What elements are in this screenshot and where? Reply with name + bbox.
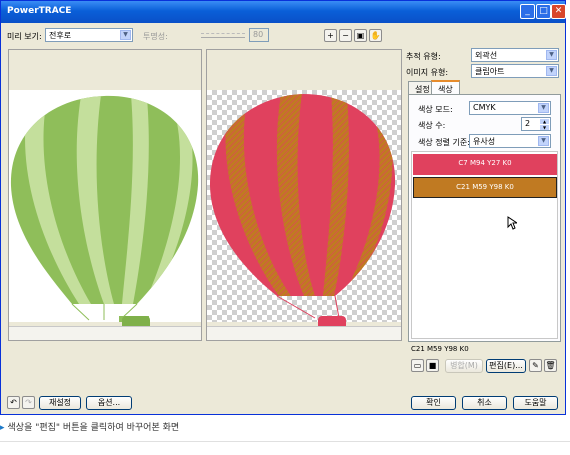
preview-label: 미리 보기: bbox=[7, 32, 42, 41]
selected-color-label: C21 M59 Y98 K0 bbox=[411, 345, 469, 353]
before-canvas bbox=[9, 90, 201, 336]
maximize-button[interactable]: □ bbox=[536, 4, 551, 19]
chevron-down-icon: ▼ bbox=[538, 136, 549, 146]
window-title: PowerTRACE bbox=[7, 6, 72, 16]
green-balloon-image bbox=[10, 95, 199, 322]
pan-hand-icon[interactable]: ✋ bbox=[369, 29, 382, 42]
color-sort-select[interactable]: 유사성 ▼ bbox=[469, 134, 551, 148]
color-list: C7 M94 Y27 K0 C21 M59 Y98 K0 bbox=[411, 151, 558, 339]
pink-balloon-image bbox=[209, 94, 396, 319]
redo-icon[interactable]: ↷ bbox=[22, 396, 35, 409]
color-swatch-2[interactable]: C21 M59 Y98 K0 bbox=[413, 177, 557, 198]
help-button[interactable]: 도움말 bbox=[513, 396, 558, 410]
trace-type-value: 외곽선 bbox=[475, 51, 498, 60]
mouse-cursor-icon bbox=[507, 216, 517, 230]
color-mode-label: 색상 모드: bbox=[418, 105, 453, 114]
figure-caption: ▸ 색상을 "편집" 버튼을 클릭하여 바꾸어본 화면 bbox=[0, 420, 179, 433]
save-palette-icon[interactable]: ■ bbox=[426, 359, 439, 372]
color-mode-select[interactable]: CMYK ▼ bbox=[469, 101, 551, 115]
edit-button[interactable]: 편집(E)... bbox=[486, 359, 526, 373]
transparency-slider[interactable] bbox=[201, 33, 245, 38]
spin-up-icon[interactable]: ▲ bbox=[540, 119, 549, 124]
color-swatch-1[interactable]: C7 M94 Y27 K0 bbox=[413, 154, 557, 175]
title-bar: PowerTRACE bbox=[1, 1, 565, 23]
close-button[interactable]: ✕ bbox=[551, 4, 566, 19]
right-scrollbar[interactable] bbox=[207, 326, 401, 340]
trace-type-label: 추적 유형: bbox=[406, 52, 441, 61]
color-swatch-label: C21 M59 Y98 K0 bbox=[456, 183, 514, 191]
after-canvas bbox=[207, 90, 401, 336]
color-sort-label: 색상 정렬 기준: bbox=[418, 138, 470, 147]
bullet-triangle-icon: ▸ bbox=[0, 423, 5, 433]
color-mode-value: CMYK bbox=[473, 103, 496, 112]
transparency-label: 투명성: bbox=[143, 32, 168, 41]
tab-colors[interactable]: 색상 bbox=[431, 80, 460, 95]
reset-button[interactable]: 재설정 bbox=[39, 396, 81, 410]
chevron-down-icon: ▼ bbox=[546, 50, 557, 60]
divider bbox=[0, 441, 570, 442]
image-type-select[interactable]: 클립아트 ▼ bbox=[471, 64, 559, 78]
cancel-button[interactable]: 취소 bbox=[462, 396, 507, 410]
color-count-label: 색상 수: bbox=[418, 121, 446, 130]
left-scrollbar[interactable] bbox=[9, 326, 201, 340]
preview-select[interactable]: 전후로 ▼ bbox=[45, 28, 133, 42]
color-count-spinner[interactable]: 2 ▲ ▼ bbox=[521, 117, 551, 131]
spin-down-icon[interactable]: ▼ bbox=[540, 125, 549, 130]
image-type-label: 이미지 유형: bbox=[406, 68, 449, 77]
zoom-out-icon[interactable]: − bbox=[339, 29, 352, 42]
delete-icon[interactable]: 🗑 bbox=[544, 359, 557, 372]
after-preview-pane bbox=[206, 49, 402, 341]
ok-button[interactable]: 확인 bbox=[411, 396, 456, 410]
eyedropper-icon[interactable]: ✎ bbox=[529, 359, 542, 372]
open-palette-icon[interactable]: ▭ bbox=[411, 359, 424, 372]
chevron-down-icon: ▼ bbox=[546, 66, 557, 76]
zoom-in-icon[interactable]: + bbox=[324, 29, 337, 42]
transparency-value[interactable]: 80 bbox=[249, 28, 269, 42]
color-swatch-label: C7 M94 Y27 K0 bbox=[458, 159, 512, 167]
color-count-value: 2 bbox=[525, 119, 531, 128]
before-preview-pane bbox=[8, 49, 202, 341]
preview-value: 전후로 bbox=[49, 31, 72, 40]
minimize-button[interactable]: _ bbox=[520, 4, 535, 19]
merge-button[interactable]: 병합(M) bbox=[445, 359, 483, 373]
options-button[interactable]: 옵션... bbox=[86, 396, 132, 410]
transparency-value-text: 80 bbox=[253, 30, 264, 39]
trace-type-select[interactable]: 외곽선 ▼ bbox=[471, 48, 559, 62]
fit-zoom-icon[interactable]: ▣ bbox=[354, 29, 367, 42]
undo-icon[interactable]: ↶ bbox=[7, 396, 20, 409]
chevron-down-icon: ▼ bbox=[120, 30, 131, 40]
powertrace-window: PowerTRACE _ □ ✕ 미리 보기: 전후로 ▼ 투명성: 80 + … bbox=[0, 0, 566, 415]
image-type-value: 클립아트 bbox=[475, 67, 505, 76]
caption-text: 색상을 "편집" 버튼을 클릭하여 바꾸어본 화면 bbox=[7, 423, 180, 433]
color-sort-value: 유사성 bbox=[473, 137, 496, 146]
chevron-down-icon: ▼ bbox=[538, 103, 549, 113]
